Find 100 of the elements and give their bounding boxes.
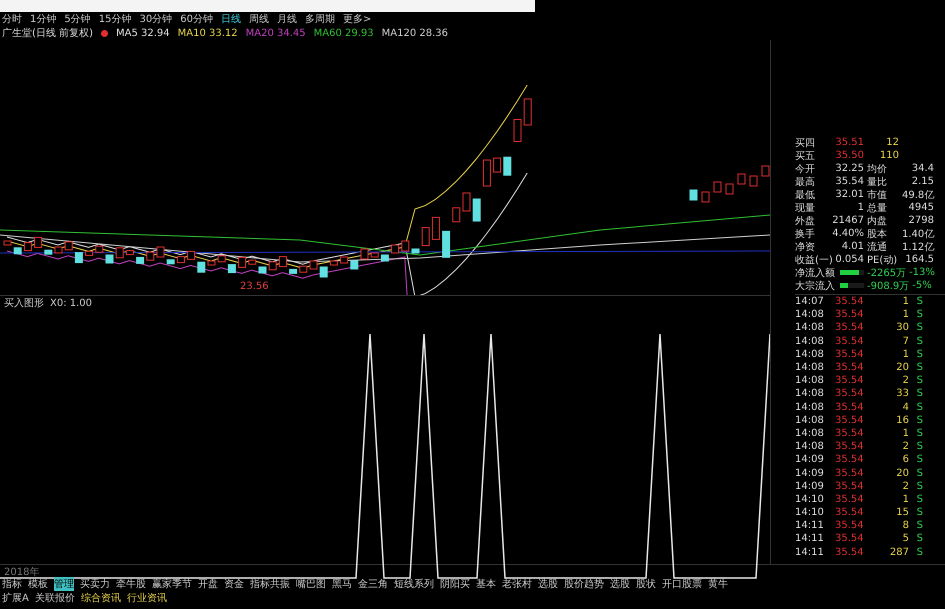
candlestick <box>422 227 430 246</box>
tick-price: 35.54 <box>835 336 865 347</box>
tick-time: 14:10 <box>795 494 825 505</box>
period-tab[interactable]: 月线 <box>276 12 297 26</box>
tick-side: S <box>916 388 923 400</box>
info-tab[interactable]: 行业资讯 <box>126 591 167 605</box>
indicator-tab[interactable]: 选股 <box>538 577 558 591</box>
indicator-tab[interactable]: 资金 <box>224 577 244 591</box>
indicator-tab[interactable]: 管理 <box>54 577 74 591</box>
tick-volume: 15 <box>895 507 909 518</box>
tick-volume: 1 <box>902 296 909 308</box>
indicator-tab[interactable]: 短线系列 <box>394 577 434 591</box>
candlestick <box>412 248 420 254</box>
candlestick <box>360 248 368 260</box>
tick-volume: 6 <box>902 454 909 466</box>
candlestick <box>116 247 124 258</box>
tick-side: S <box>916 520 923 532</box>
period-tab[interactable]: 分时 <box>2 12 22 26</box>
period-tab[interactable]: 15分钟 <box>98 12 132 26</box>
info-tab[interactable]: 扩展A <box>2 591 29 605</box>
stat-value: 4.01 <box>840 241 864 252</box>
candlestick <box>750 176 758 186</box>
indicator-value: X0: 1.00 <box>50 298 92 308</box>
period-tab[interactable]: 日线 <box>220 12 241 26</box>
tick-price: 35.54 <box>835 480 865 492</box>
indicator-tab[interactable]: 股价趋势 <box>564 577 604 591</box>
indicator-tab[interactable]: 黄牛 <box>708 577 728 591</box>
indicator-tab[interactable]: 开盘 <box>198 577 218 591</box>
candlestick <box>452 207 460 222</box>
tick-volume: 33 <box>895 388 909 400</box>
indicator-tab[interactable]: 赢家季节 <box>152 577 192 591</box>
period-tab[interactable]: 60分钟 <box>180 12 213 26</box>
tick-price: 35.54 <box>835 414 865 426</box>
indicator-tab[interactable]: 金三角 <box>358 577 388 591</box>
tick-price: 35.54 <box>835 309 865 320</box>
info-tab[interactable]: 综合资讯 <box>80 591 121 605</box>
tick-volume: 2 <box>902 441 909 452</box>
indicator-tab[interactable]: 基本 <box>476 577 496 591</box>
indicator-tab[interactable]: 买卖力 <box>80 577 110 591</box>
tick-price: 35.54 <box>835 454 865 466</box>
pin-icon[interactable] <box>100 30 108 36</box>
indicator-tab[interactable]: 模板 <box>28 577 48 591</box>
candlestick <box>462 192 470 212</box>
tick-price: 35.54 <box>835 520 865 532</box>
tick-volume: 287 <box>888 546 909 558</box>
tick-volume: 2 <box>902 375 909 386</box>
tick-volume: 1 <box>902 494 909 505</box>
tick-volume: 2 <box>902 480 909 492</box>
candlestick <box>726 184 734 194</box>
tick-volume: 20 <box>895 362 909 374</box>
tick-volume: 30 <box>895 322 909 334</box>
period-tab[interactable]: 30分钟 <box>139 12 172 26</box>
indicator-title: 买入图形 <box>4 296 44 310</box>
stock-title: 广生堂(日线 前复权) <box>2 26 93 40</box>
indicator-tab[interactable]: 指标 <box>2 577 22 591</box>
period-tab[interactable]: 更多> <box>342 12 372 26</box>
tick-time: 14:09 <box>795 454 825 466</box>
tick-side: S <box>916 336 923 347</box>
indicator-tab[interactable]: 选股 <box>610 577 630 591</box>
tick-price: 35.54 <box>835 348 865 360</box>
tick-time: 14:11 <box>795 546 825 558</box>
indicator-tab[interactable]: 阴阳买 <box>440 577 470 591</box>
candlestick <box>442 230 450 258</box>
order-volume: 12 <box>885 137 899 148</box>
indicator-tab[interactable]: 黑马 <box>332 577 352 591</box>
indicator-tab[interactable]: 嘴巴图 <box>296 577 326 591</box>
tick-time: 14:08 <box>795 375 825 386</box>
indicator-tab[interactable]: 牵牛股 <box>116 577 146 591</box>
period-tab[interactable]: 周线 <box>248 12 269 26</box>
indicator-tab[interactable]: 老张村 <box>502 577 532 591</box>
stat-value: 0.054 <box>834 254 864 265</box>
indicator-tab[interactable]: 指标共振 <box>250 577 290 591</box>
tick-price: 35.54 <box>835 402 865 413</box>
tick-side: S <box>916 494 923 505</box>
candlestick <box>278 256 287 268</box>
info-tab[interactable]: 关联报价 <box>34 591 75 605</box>
stat-label: 均价 <box>867 162 888 176</box>
candlestick <box>320 266 328 278</box>
moving-average-label: MA10 33.12 <box>178 28 238 38</box>
moving-average-label: MA120 28.36 <box>382 28 448 38</box>
stat-value: 4945 <box>908 202 934 213</box>
stat-value: 2.15 <box>910 176 934 187</box>
tick-volume: 20 <box>895 468 909 479</box>
stat-label: PE(动) <box>867 254 898 266</box>
stat-label: 市值 <box>867 188 888 202</box>
tick-side: S <box>916 375 923 386</box>
tick-time: 14:08 <box>795 336 825 347</box>
tick-side: S <box>916 309 923 320</box>
tick-side: S <box>916 428 923 439</box>
indicator-tab[interactable]: 开口股票 <box>662 577 702 591</box>
period-tab[interactable]: 1分钟 <box>30 12 56 26</box>
candlestick <box>156 246 164 258</box>
tick-side: S <box>916 402 923 413</box>
indicator-tab[interactable]: 股状 <box>636 577 656 591</box>
tick-price: 35.54 <box>835 546 865 558</box>
tick-time: 14:11 <box>795 533 825 544</box>
stat-label: 现量 <box>795 202 816 214</box>
period-tab[interactable]: 多周期 <box>304 12 335 26</box>
period-tab[interactable]: 5分钟 <box>64 12 91 26</box>
tick-price: 35.54 <box>835 296 865 308</box>
